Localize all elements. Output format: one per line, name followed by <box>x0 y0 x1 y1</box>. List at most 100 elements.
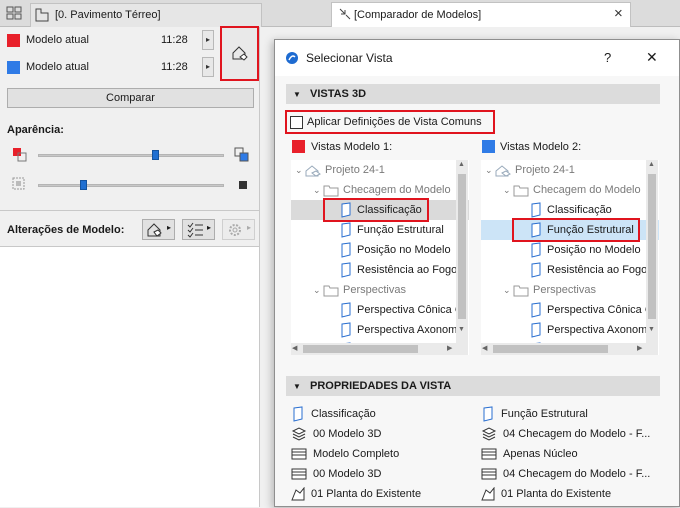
scroll-left-arrow-icon[interactable]: ◀ <box>482 344 487 352</box>
appearance-slider-1[interactable] <box>152 150 160 160</box>
view-property-row: 01 Planta do Existente <box>291 484 421 504</box>
tree-expand-chevron-icon[interactable]: ⌄ <box>503 280 513 300</box>
folder-icon <box>323 184 339 197</box>
view-property-value: 04 Checagem do Modelo - F... <box>503 428 651 440</box>
view-property-row: 04 Checagem do Modelo - F... <box>481 424 650 444</box>
tree-item[interactable]: ⌄ Projeto 24-1 <box>291 160 469 180</box>
close-dialog-button[interactable]: ✕ <box>646 49 658 66</box>
tree-item[interactable]: Função Estrutural <box>291 220 469 240</box>
tree-item[interactable]: Posição no Modelo <box>481 240 659 260</box>
scroll-right-arrow-icon[interactable]: ▶ <box>637 344 642 352</box>
scroll-right-arrow-icon[interactable]: ▶ <box>447 344 452 352</box>
tab-pavimento-terreo-label: [0. Pavimento Térreo] <box>55 9 161 21</box>
view-3d-icon <box>529 302 543 318</box>
tree-item[interactable]: ⌄ Checagem do Modelo <box>291 180 469 200</box>
changes-settings-button[interactable]: ▸ <box>222 219 255 240</box>
panel-divider <box>0 210 259 211</box>
scroll-up-arrow-icon[interactable]: ▲ <box>458 161 465 168</box>
tree-item[interactable]: Perspectiva Cônica C <box>481 300 659 320</box>
tree-item[interactable]: Perspectiva Axonom <box>481 320 659 340</box>
scroll-thumb[interactable] <box>458 174 466 319</box>
view-3d-icon <box>339 242 353 258</box>
model1-label: Modelo atual <box>26 34 89 46</box>
archicad-app-icon <box>285 51 299 65</box>
view-property-row: 00 Modelo 3D <box>291 464 382 484</box>
model2-tree-hscrollbar[interactable]: ◀ ▶ <box>481 343 646 355</box>
dialog-title-bar: Selecionar Vista ? ✕ <box>275 40 679 76</box>
model2-tree-vscrollbar[interactable]: ▲ ▼ <box>646 160 658 355</box>
tree-item[interactable]: ⌄ Perspectivas <box>291 280 469 300</box>
model2-select-arrow[interactable]: ▸ <box>202 57 214 77</box>
tree-item[interactable]: Classificação <box>481 200 659 220</box>
hscroll-thumb[interactable] <box>303 345 418 353</box>
tab-comparador-de-modelos[interactable]: [Comparador de Modelos] × <box>331 2 631 27</box>
scroll-left-arrow-icon[interactable]: ◀ <box>292 344 297 352</box>
tree-item[interactable]: ⌄ Perspectivas <box>481 280 659 300</box>
model2-views-label: Vistas Modelo 2: <box>500 141 582 153</box>
folder-icon <box>513 184 529 197</box>
tree-item[interactable]: Perspectiva Cônica C <box>291 300 469 320</box>
changes-filter-button[interactable]: ▸ <box>142 219 175 240</box>
tree-item-label: Checagem do Modelo <box>533 184 641 196</box>
floor-plan-icon <box>481 487 495 501</box>
changes-settings-arrow-icon: ▸ <box>247 223 252 232</box>
tree-item-label: Perspectiva Axonom <box>547 324 648 336</box>
select-view-button[interactable] <box>220 26 259 81</box>
tree-item[interactable]: ⌄ Projeto 24-1 <box>481 160 659 180</box>
tree-item[interactable]: Resistência ao Fogo <box>291 260 469 280</box>
model1-tree-hscrollbar[interactable]: ◀ ▶ <box>291 343 456 355</box>
folder-icon <box>323 284 339 297</box>
scroll-down-arrow-icon[interactable]: ▼ <box>648 326 655 333</box>
tree-item[interactable]: Resistência ao Fogo <box>481 260 659 280</box>
changes-list-button[interactable]: ▸ <box>182 219 215 240</box>
floor-plan-icon <box>291 487 305 501</box>
appearance-slider-2[interactable] <box>79 180 87 190</box>
section-view-properties-header[interactable]: ▼ PROPRIEDADES DA VISTA <box>286 376 660 396</box>
view-property-value: 01 Planta do Existente <box>501 488 612 500</box>
model2-color-swatch <box>7 61 20 74</box>
tab-pavimento-terreo[interactable]: [0. Pavimento Térreo] <box>30 3 262 27</box>
view-3d-icon <box>529 202 543 218</box>
scroll-down-arrow-icon[interactable]: ▼ <box>458 326 465 333</box>
model1-select-arrow[interactable]: ▸ <box>202 30 214 50</box>
view-3d-icon <box>529 262 543 278</box>
changes-filter-arrow-icon: ▸ <box>167 223 172 232</box>
compare-button[interactable]: Comparar <box>7 88 254 108</box>
tree-item[interactable]: ⌄ Checagem do Modelo <box>481 180 659 200</box>
model1-view-properties: Classificação 00 Modelo 3D Modelo Completo… <box>291 404 476 508</box>
model2-views-tree[interactable]: ⌄ Projeto 24-1 ⌄ Checagem do Modelo Classifi… <box>481 160 659 355</box>
view-property-value: Classificação <box>311 408 376 420</box>
hscroll-thumb[interactable] <box>493 345 608 353</box>
select-view-house-icon <box>231 44 249 62</box>
model-changes-label: Alterações de Modelo: <box>7 224 125 236</box>
close-tab-icon[interactable]: × <box>614 5 623 22</box>
help-button[interactable]: ? <box>604 50 611 65</box>
table-icon <box>291 448 307 460</box>
view-property-row: 01 Planta do Existente <box>481 484 611 504</box>
tree-expand-chevron-icon[interactable]: ⌄ <box>313 180 323 200</box>
tree-expand-chevron-icon[interactable]: ⌄ <box>503 180 513 200</box>
tree-item[interactable]: Perspectiva Axonom <box>291 320 469 340</box>
tree-expand-chevron-icon[interactable]: ⌄ <box>313 280 323 300</box>
tree-expand-chevron-icon[interactable]: ⌄ <box>485 160 495 180</box>
grid-view-icon[interactable] <box>6 6 22 20</box>
model1-views-tree[interactable]: ⌄ Projeto 24-1 ⌄ Checagem do Modelo Classifi… <box>291 160 469 355</box>
tree-item-label: Resistência ao Fogo <box>357 264 458 276</box>
scroll-thumb[interactable] <box>648 174 656 319</box>
section-3d-views-header[interactable]: ▼ VISTAS 3D <box>286 84 660 104</box>
tree-item[interactable]: Posição no Modelo <box>291 240 469 260</box>
model2-views-swatch <box>482 140 495 153</box>
tree-expand-chevron-icon[interactable]: ⌄ <box>295 160 305 180</box>
table-icon <box>481 468 497 480</box>
classificacao-highlight <box>323 198 429 222</box>
apply-common-settings-checkbox[interactable] <box>290 116 303 129</box>
scroll-up-arrow-icon[interactable]: ▲ <box>648 161 655 168</box>
floor-plan-icon <box>35 8 49 22</box>
model1-tree-vscrollbar[interactable]: ▲ ▼ <box>456 160 468 355</box>
select-view-dialog: Selecionar Vista ? ✕ ▼ VISTAS 3D Aplicar… <box>274 39 680 507</box>
view-property-row: Modelo Completo <box>291 444 399 464</box>
view-3d-icon <box>291 406 305 422</box>
tree-item-label: Checagem do Modelo <box>343 184 451 196</box>
model1-color-swatch <box>7 34 20 47</box>
apply-common-settings-label: Aplicar Definições de Vista Comuns <box>307 116 482 128</box>
